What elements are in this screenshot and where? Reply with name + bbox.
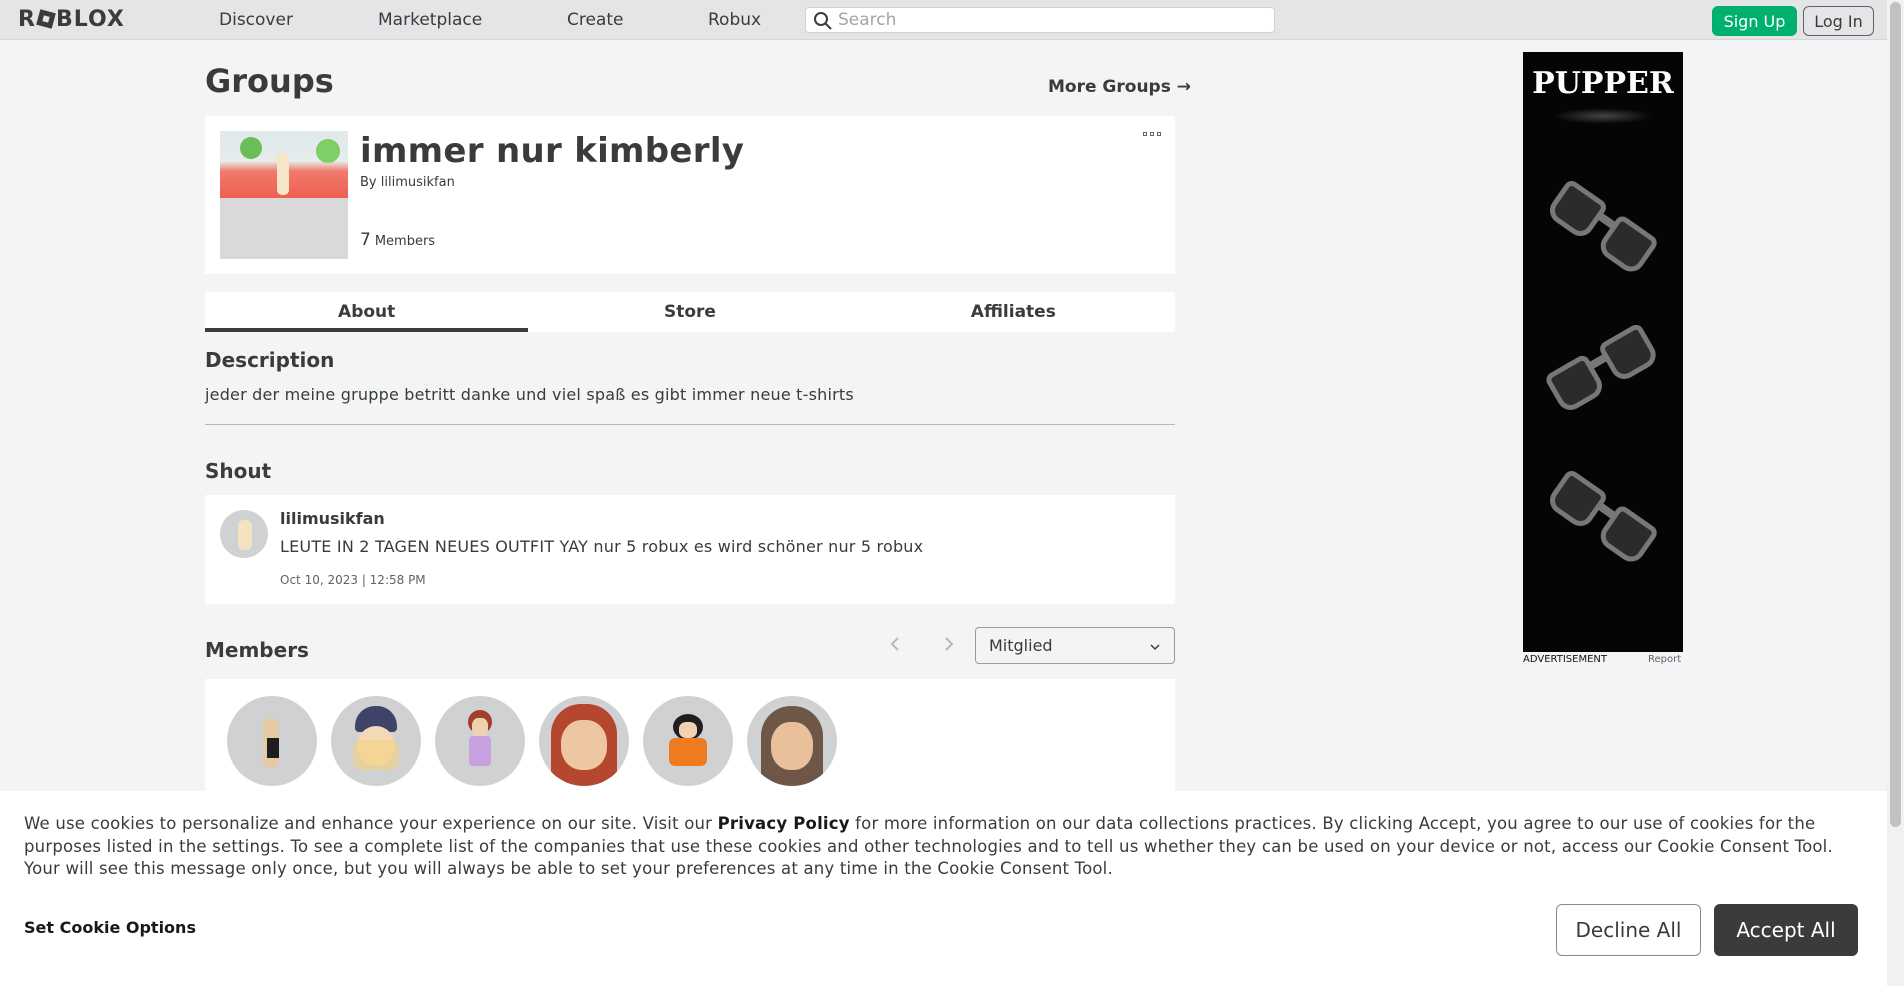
group-emblem <box>220 131 348 259</box>
group-owner-line: By lilimusikfan <box>360 175 455 190</box>
member-count-label: Members <box>374 234 436 249</box>
more-options-icon[interactable] <box>1143 132 1161 138</box>
search-icon <box>814 12 832 30</box>
decline-all-button[interactable]: Decline All <box>1556 904 1701 956</box>
role-select-dropdown[interactable]: Mitglied <box>975 627 1175 664</box>
chevron-left-icon[interactable] <box>886 634 906 654</box>
group-member-count: 7 Members <box>360 230 435 250</box>
by-prefix: By <box>360 175 377 190</box>
nav-link-create[interactable]: Create <box>567 10 624 30</box>
shout-message: LEUTE IN 2 TAGEN NEUES OUTFIT YAY nur 5 … <box>280 537 924 556</box>
group-tabs: About Store Affiliates <box>205 292 1175 332</box>
log-in-button[interactable]: Log In <box>1803 6 1874 36</box>
shout-username-link[interactable]: lilimusikfan <box>280 509 385 528</box>
advertisement-banner[interactable]: PUPPER <box>1523 52 1683 652</box>
group-header-card: immer nur kimberly By lilimusikfan 7 Memb… <box>205 116 1175 274</box>
scrollbar-thumb[interactable] <box>1890 2 1901 827</box>
tab-store[interactable]: Store <box>528 292 851 332</box>
member-avatar[interactable] <box>747 696 837 786</box>
role-selected-value: Mitglied <box>989 636 1053 655</box>
description-text: jeder der meine gruppe betritt danke und… <box>205 385 854 404</box>
nav-link-discover[interactable]: Discover <box>219 10 293 30</box>
cookie-text-part: We use cookies to personalize and enhanc… <box>24 814 718 833</box>
roblox-logo[interactable]: R BLOX <box>18 7 125 32</box>
nav-link-marketplace[interactable]: Marketplace <box>378 10 482 30</box>
shout-avatar[interactable] <box>220 510 268 558</box>
more-groups-link[interactable]: More Groups → <box>1048 77 1191 97</box>
set-cookie-options-link[interactable]: Set Cookie Options <box>24 918 196 937</box>
description-heading: Description <box>205 348 335 372</box>
top-navbar: R BLOX Discover Marketplace Create Robux … <box>0 0 1904 40</box>
sign-up-button[interactable]: Sign Up <box>1712 6 1797 36</box>
members-heading: Members <box>205 638 309 662</box>
group-name: immer nur kimberly <box>360 131 745 171</box>
search-input[interactable] <box>838 9 1258 31</box>
ad-sunglasses-image <box>1542 465 1664 572</box>
member-count-value: 7 <box>360 230 371 250</box>
shout-heading: Shout <box>205 459 272 483</box>
ad-title: PUPPER <box>1532 66 1674 101</box>
ad-sunglasses-image <box>1542 317 1665 418</box>
member-avatar[interactable] <box>539 696 629 786</box>
tab-affiliates[interactable]: Affiliates <box>852 292 1175 332</box>
cookie-message: We use cookies to personalize and enhanc… <box>24 813 1864 881</box>
shout-timestamp: Oct 10, 2023 | 12:58 PM <box>280 573 426 587</box>
members-grid <box>205 679 1175 799</box>
ad-label: ADVERTISEMENT <box>1523 654 1608 665</box>
group-owner-link[interactable]: lilimusikfan <box>381 175 455 190</box>
member-avatar[interactable] <box>435 696 525 786</box>
ad-sunglasses-image <box>1542 175 1664 282</box>
chevron-right-icon[interactable] <box>938 634 958 654</box>
member-avatar[interactable] <box>643 696 733 786</box>
page-title: Groups <box>205 62 334 100</box>
page-scrollbar[interactable] <box>1887 0 1904 986</box>
shout-card: lilimusikfan LEUTE IN 2 TAGEN NEUES OUTF… <box>205 495 1175 604</box>
tab-about[interactable]: About <box>205 292 529 332</box>
search-box[interactable] <box>805 7 1275 33</box>
member-avatar[interactable] <box>227 696 317 786</box>
nav-link-robux[interactable]: Robux <box>708 10 761 30</box>
divider <box>205 424 1175 425</box>
accept-all-button[interactable]: Accept All <box>1714 904 1858 956</box>
privacy-policy-link[interactable]: Privacy Policy <box>718 814 850 833</box>
ad-report-link[interactable]: Report <box>1648 654 1681 665</box>
chevron-down-icon <box>1150 644 1160 651</box>
cookie-consent-banner: We use cookies to personalize and enhanc… <box>0 791 1887 986</box>
member-avatar[interactable] <box>331 696 421 786</box>
